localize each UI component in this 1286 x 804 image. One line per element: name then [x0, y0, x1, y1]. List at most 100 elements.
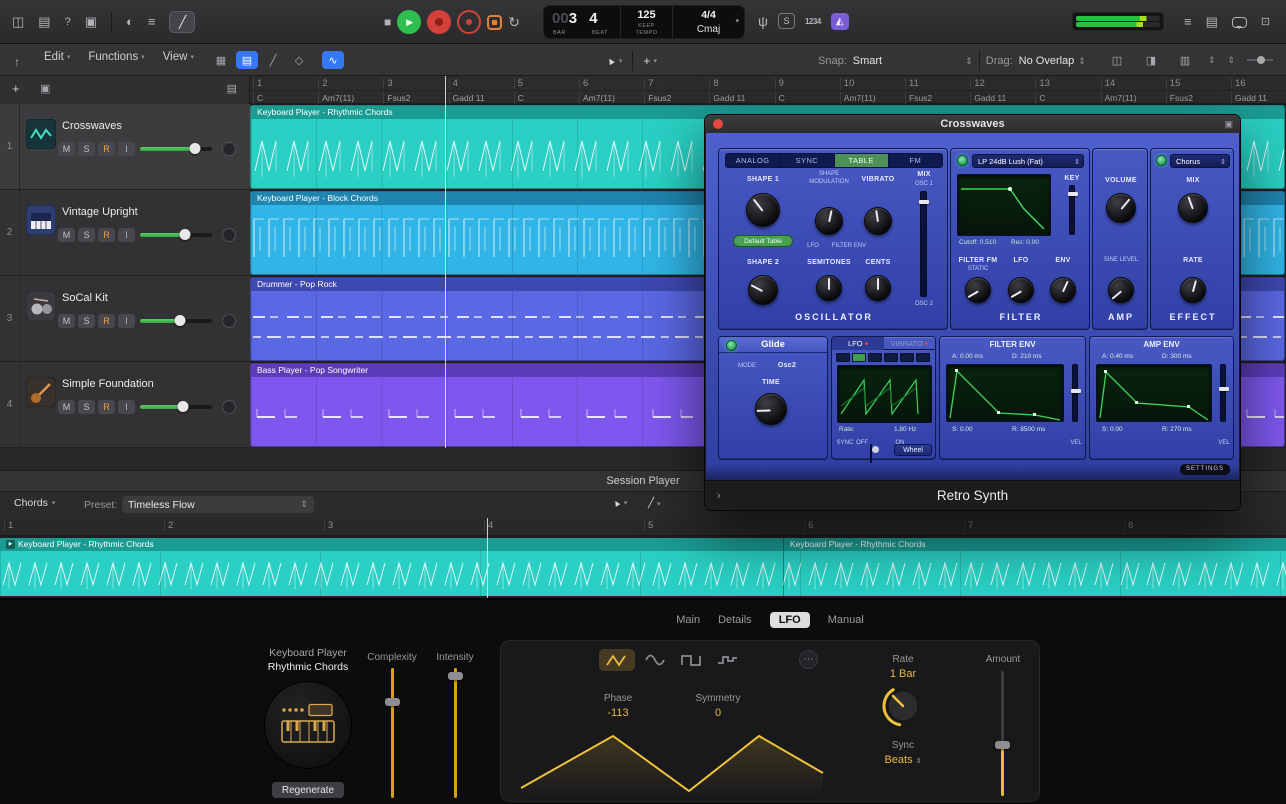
sync-value[interactable]: Beats ⇕	[863, 754, 943, 766]
replace-button[interactable]	[487, 15, 502, 30]
rate-value[interactable]: 1 Bar	[863, 668, 943, 680]
pan-knob[interactable]	[222, 400, 236, 414]
sine-level-knob[interactable]	[1108, 277, 1134, 303]
stop-button[interactable]: ■	[384, 12, 391, 32]
tab-vibrato[interactable]: VIBRATO	[884, 337, 936, 350]
filter-preset-menu[interactable]: LP 24dB Lush (Fat)⇕	[972, 154, 1084, 168]
semitones-knob[interactable]	[816, 275, 842, 301]
tab-sync[interactable]: SYNC	[780, 154, 834, 167]
tab-manual[interactable]: Manual	[828, 614, 864, 626]
editor-pointer-tool[interactable]: ▲▾	[612, 498, 627, 508]
disclosure-icon[interactable]: ›	[717, 490, 721, 502]
lcd-key-signature[interactable]: 4/4 Cmaj ▾	[672, 6, 744, 38]
editor-lane[interactable]: ▶Keyboard Player - Rhythmic Chords Keybo…	[0, 536, 1286, 598]
shape1-knob[interactable]	[746, 193, 780, 227]
amount-slider[interactable]	[1001, 671, 1004, 796]
mixer-icon[interactable]: ◫	[1106, 51, 1128, 69]
vibrato-knob[interactable]	[864, 207, 892, 235]
lfo-wave-mini-button[interactable]	[836, 353, 850, 362]
amp-env-sustain[interactable]: S: 0.00	[1102, 426, 1123, 433]
list-editors-icon[interactable]: ≡	[1184, 12, 1192, 32]
solo-badge[interactable]: S	[778, 13, 795, 29]
amp-env-display[interactable]	[1096, 364, 1212, 422]
input-monitor-button[interactable]: I	[118, 228, 135, 242]
lcd-tempo[interactable]: 125 KEEP TEMPO	[620, 6, 672, 38]
tab-details[interactable]: Details	[718, 614, 752, 626]
input-monitor-button[interactable]: I	[118, 142, 135, 156]
filter-env-display[interactable]	[946, 364, 1064, 422]
editor-pencil-tool[interactable]: ╱▾	[648, 498, 661, 509]
filter-lfo-knob[interactable]	[1008, 277, 1034, 303]
input-monitor-button[interactable]: I	[118, 314, 135, 328]
record-enable-button[interactable]: R	[98, 314, 115, 328]
flex-icon[interactable]: ∿	[322, 51, 344, 69]
mute-button[interactable]: M	[58, 400, 75, 414]
triangle-wave-button[interactable]	[599, 649, 635, 671]
lfo-wave-mini-button-active[interactable]	[852, 353, 866, 362]
automation-icon[interactable]: ◨	[1140, 51, 1162, 69]
smart-controls-icon[interactable]: ≡	[148, 12, 156, 32]
intensity-slider[interactable]	[454, 668, 457, 798]
chat-icon[interactable]	[1232, 17, 1247, 28]
filter-display[interactable]	[957, 174, 1051, 236]
tab-lfo[interactable]: LFO	[832, 337, 884, 350]
filter-env-sustain[interactable]: S: 0.00	[952, 426, 973, 433]
plugin-titlebar[interactable]: Crosswaves ▣	[705, 115, 1240, 133]
drag-menu[interactable]: No Overlap⇕	[1019, 55, 1086, 67]
track-header-crosswaves[interactable]: 1 Crosswaves M S R I	[0, 104, 250, 190]
add-track-button[interactable]: +	[12, 81, 20, 96]
lfo-wave-mini-button[interactable]	[916, 353, 930, 362]
ruler-bar-row[interactable]: 12345678910111213141516	[250, 76, 1286, 90]
amp-env-attack[interactable]: A: 0.40 ms	[1102, 353, 1133, 360]
menu-view[interactable]: View▾	[163, 51, 194, 63]
mute-button[interactable]: M	[58, 314, 75, 328]
filter-env-release[interactable]: R: 8500 ms	[1012, 426, 1045, 433]
lcd-position[interactable]: 003 4 BAR BEAT	[544, 6, 620, 38]
plugin-link-icon[interactable]: ▣	[1224, 119, 1233, 130]
lane-region-rhythmic-chords[interactable]: ▶Keyboard Player - Rhythmic Chords Keybo…	[0, 538, 1286, 596]
volume-slider[interactable]	[140, 233, 212, 237]
rate-knob[interactable]	[881, 684, 925, 728]
lfo-rate-value[interactable]: 1.80 Hz	[894, 426, 916, 433]
master-level-meter[interactable]	[1072, 12, 1164, 31]
volume-knob[interactable]	[179, 229, 190, 240]
input-monitor-button[interactable]: I	[118, 400, 135, 414]
cents-knob[interactable]	[865, 275, 891, 301]
ruler[interactable]: + ▣ ▤ 12345678910111213141516 CAm7(11)Fs…	[0, 76, 1286, 104]
volume-knob[interactable]	[174, 315, 185, 326]
regenerate-button[interactable]: Regenerate	[272, 782, 344, 798]
list-view-icon[interactable]: ▤	[236, 51, 258, 69]
more-options-button[interactable]: ⋯	[799, 650, 818, 669]
dim-icon[interactable]: ◐	[126, 12, 134, 32]
crossfade-icon[interactable]: ◇	[288, 51, 310, 69]
solo-button[interactable]: S	[78, 228, 95, 242]
mute-button[interactable]: M	[58, 142, 75, 156]
track-name[interactable]: Crosswaves	[62, 120, 122, 132]
effect-rate-knob[interactable]	[1180, 277, 1206, 303]
track-name[interactable]: Vintage Upright	[62, 206, 138, 218]
editors-toggle-button[interactable]: ╱	[169, 11, 195, 33]
effect-mix-knob[interactable]	[1178, 193, 1208, 223]
amp-volume-knob[interactable]	[1106, 193, 1136, 223]
volume-slider[interactable]	[140, 405, 212, 409]
amount-slider-handle[interactable]	[995, 741, 1010, 749]
cycle-button[interactable]: ↻	[508, 12, 520, 32]
volume-knob[interactable]	[189, 143, 200, 154]
amp-env-release[interactable]: R: 270 ms	[1162, 426, 1192, 433]
pencil-tool-icon[interactable]: ╱	[262, 51, 284, 69]
left-click-tool[interactable]: ▲▾	[606, 56, 622, 67]
tuner-icon[interactable]: ψ	[758, 11, 768, 31]
command-click-tool[interactable]: +▾	[643, 54, 657, 68]
lfo-wave-mini-button[interactable]	[884, 353, 898, 362]
lfo-wave-mini-button[interactable]	[868, 353, 882, 362]
tab-lfo[interactable]: LFO	[770, 612, 810, 628]
tab-main[interactable]: Main	[676, 614, 700, 626]
ruler-chord-row[interactable]: CAm7(11)Fsus2Gadd 11CAm7(11)Fsus2Gadd 11…	[250, 90, 1286, 104]
pan-knob[interactable]	[222, 228, 236, 242]
effect-type-menu[interactable]: Chorus⇕	[1170, 154, 1230, 168]
track-header-vintage-upright[interactable]: 2 Vintage Upright M S R I	[0, 190, 250, 276]
glide-mode-value[interactable]: Osc2	[778, 362, 796, 369]
filter-power-button[interactable]	[957, 155, 968, 166]
tab-table[interactable]: TABLE	[835, 154, 889, 167]
record-enable-button[interactable]: R	[98, 142, 115, 156]
